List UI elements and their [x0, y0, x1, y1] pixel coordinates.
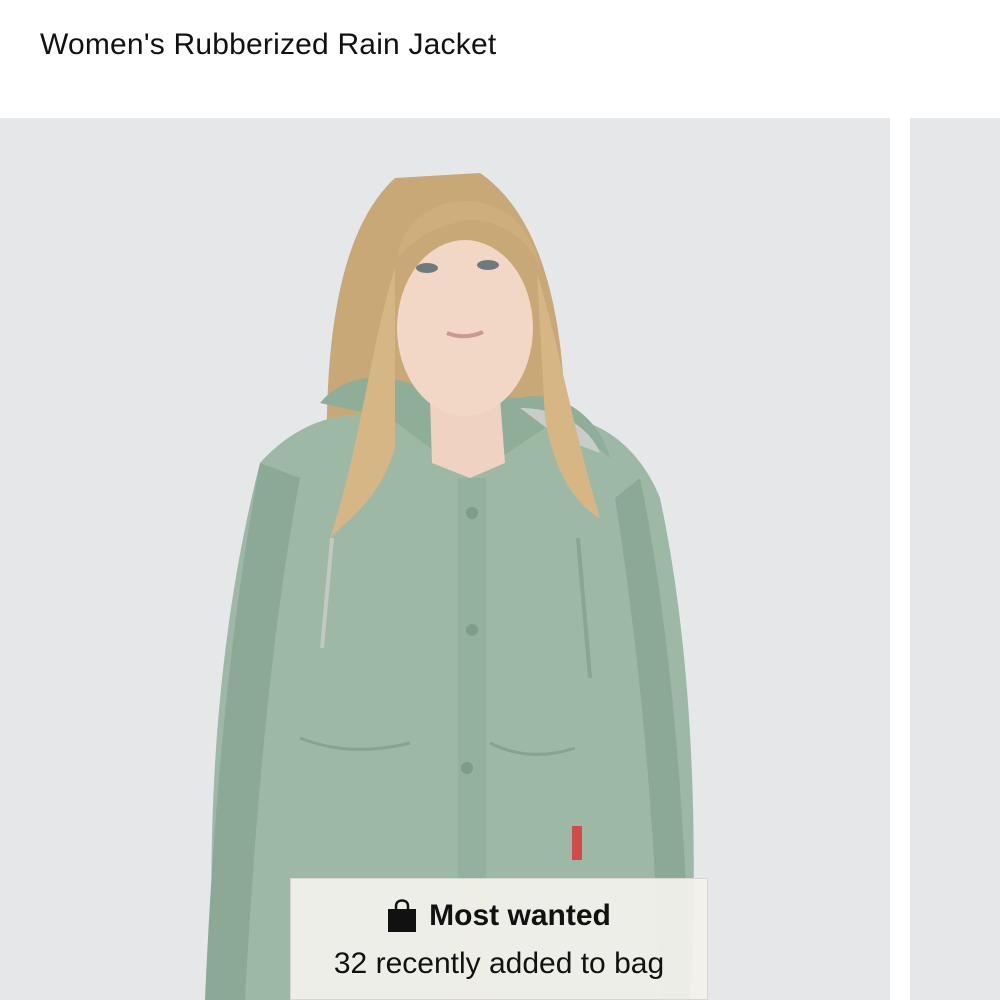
shopping-bag-icon [387, 899, 417, 933]
most-wanted-badge: Most wanted 32 recently added to bag [290, 878, 708, 1000]
product-page: Women's Rubberized Rain Jacket Most want… [0, 0, 1000, 1000]
product-photo [0, 118, 890, 1000]
badge-subtitle: 32 recently added to bag [333, 947, 665, 980]
image-carousel[interactable]: Most wanted 32 recently added to bag [0, 118, 1000, 1000]
product-title: Women's Rubberized Rain Jacket [40, 28, 497, 61]
product-image[interactable]: Most wanted 32 recently added to bag [0, 118, 890, 1000]
badge-title: Most wanted [429, 899, 611, 932]
next-product-image[interactable] [910, 118, 1000, 1000]
product-header: Women's Rubberized Rain Jacket [0, 0, 1000, 118]
